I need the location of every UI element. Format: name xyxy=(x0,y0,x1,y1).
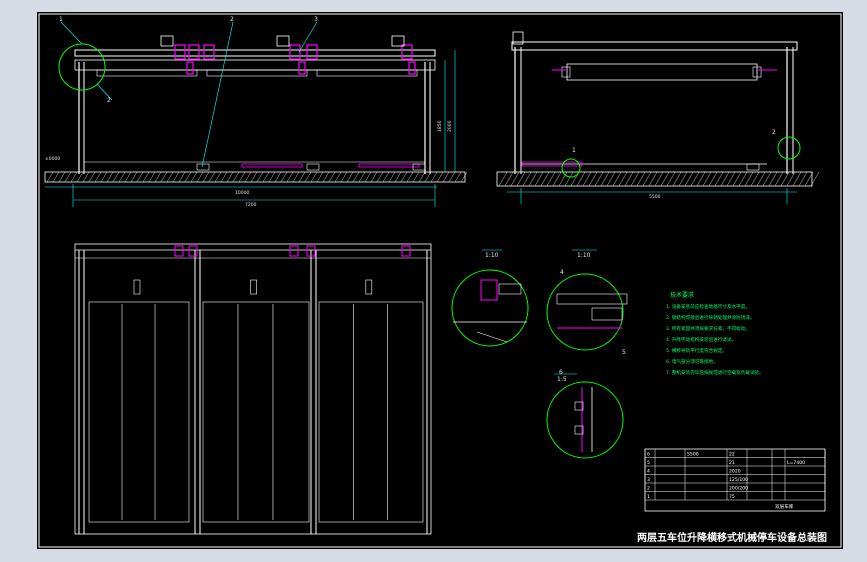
front-view xyxy=(44,21,468,207)
table-cell: 200/200 xyxy=(729,486,748,492)
parts-table: 6 5500 22 5 21 L=7400 4 2020 3 125/100 2 200/200 1 75… xyxy=(644,448,826,512)
table-footer: 双层车库 xyxy=(775,503,794,510)
table-cell: 21 xyxy=(729,460,735,466)
table-cell: 4 xyxy=(647,469,650,475)
table-cell: 2 xyxy=(647,486,650,492)
table-cell: 5 xyxy=(647,460,650,466)
table-cell: 3 xyxy=(647,477,650,483)
plan-view xyxy=(74,243,432,535)
detail-circle-2 xyxy=(777,136,801,160)
table-cell: 6 xyxy=(647,452,650,458)
detail-views xyxy=(451,249,628,459)
cad-drawing: 6 5500 22 5 21 L=7400 4 2020 3 125/100 2 200/200 1 75… xyxy=(38,13,842,548)
detail-circle-1 xyxy=(58,43,106,91)
side-view xyxy=(496,31,820,204)
table-cell: 75 xyxy=(729,494,735,500)
table-cell: 2020 xyxy=(729,469,741,475)
sheet-border xyxy=(38,13,842,548)
drawing-sheet: 6 5500 22 5 21 L=7400 4 2020 3 125/100 2 200/200 1 75… xyxy=(37,12,843,549)
table-cell: 125/100 xyxy=(729,477,748,483)
table-cell: 1 xyxy=(647,494,650,500)
table-cell: L=7400 xyxy=(787,460,805,466)
table-cell: 22 xyxy=(729,452,735,458)
table-cell: 5500 xyxy=(687,452,699,458)
